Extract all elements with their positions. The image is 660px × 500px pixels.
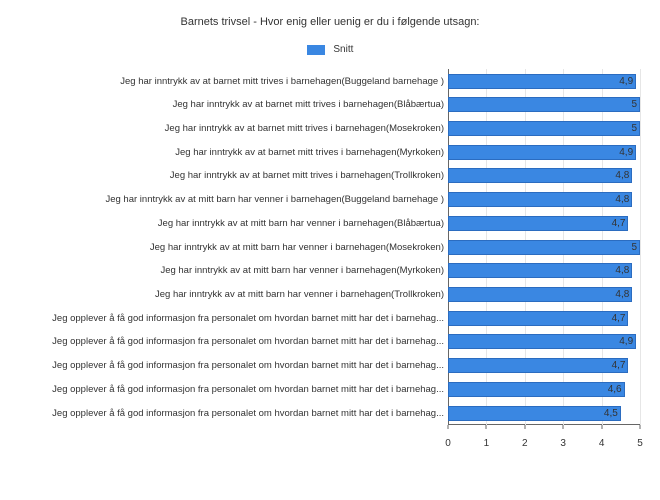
legend-label: Snitt xyxy=(333,44,353,55)
bar-row: Jeg opplever å få god informasjon fra pe… xyxy=(10,354,640,378)
bar-row: Jeg har inntrykk av at barnet mitt trive… xyxy=(10,164,640,188)
tick-mark xyxy=(640,425,641,429)
bar-area: 4,9 xyxy=(448,140,640,164)
tick-label: 1 xyxy=(484,438,490,449)
bar-area: 4,7 xyxy=(448,211,640,235)
category-label: Jeg har inntrykk av at mitt barn har ven… xyxy=(10,242,448,253)
bar-row: Jeg opplever å få god informasjon fra pe… xyxy=(10,377,640,401)
category-label: Jeg har inntrykk av at mitt barn har ven… xyxy=(10,218,448,229)
bar-row: Jeg opplever å få god informasjon fra pe… xyxy=(10,306,640,330)
bar-value-label: 4,8 xyxy=(615,169,629,182)
category-label: Jeg har inntrykk av at barnet mitt trive… xyxy=(10,123,448,134)
bar: 4,6 xyxy=(448,382,625,397)
bar-row: Jeg har inntrykk av at mitt barn har ven… xyxy=(10,211,640,235)
bar-area: 5 xyxy=(448,93,640,117)
bar-area: 5 xyxy=(448,117,640,141)
category-label: Jeg har inntrykk av at barnet mitt trive… xyxy=(10,170,448,181)
bar-row: Jeg har inntrykk av at barnet mitt trive… xyxy=(10,140,640,164)
bar: 5 xyxy=(448,97,640,112)
bar: 4,7 xyxy=(448,216,628,231)
category-label: Jeg opplever å få god informasjon fra pe… xyxy=(10,408,448,419)
bar: 5 xyxy=(448,121,640,136)
bar-row: Jeg har inntrykk av at mitt barn har ven… xyxy=(10,283,640,307)
bar-value-label: 4,9 xyxy=(619,75,633,88)
bar: 4,7 xyxy=(448,311,628,326)
category-label: Jeg opplever å få god informasjon fra pe… xyxy=(10,336,448,347)
tick-label: 4 xyxy=(599,438,605,449)
bar-area: 4,8 xyxy=(448,283,640,307)
bar: 4,8 xyxy=(448,192,632,207)
category-label: Jeg opplever å få god informasjon fra pe… xyxy=(10,313,448,324)
bar-row: Jeg har inntrykk av at mitt barn har ven… xyxy=(10,235,640,259)
bar-rows: Jeg har inntrykk av at barnet mitt trive… xyxy=(10,69,640,425)
bar-row: Jeg opplever å få god informasjon fra pe… xyxy=(10,330,640,354)
bar-value-label: 4,9 xyxy=(619,146,633,159)
bar: 4,9 xyxy=(448,145,636,160)
bar-value-label: 4,8 xyxy=(615,288,629,301)
bar-value-label: 4,7 xyxy=(612,359,626,372)
bar-area: 4,5 xyxy=(448,401,640,425)
bar-row: Jeg har inntrykk av at barnet mitt trive… xyxy=(10,93,640,117)
tick-label: 0 xyxy=(445,438,451,449)
bar-area: 4,7 xyxy=(448,354,640,378)
bar-area: 4,8 xyxy=(448,188,640,212)
chart-title: Barnets trivsel - Hvor enig eller uenig … xyxy=(0,16,660,28)
tick-label: 2 xyxy=(522,438,528,449)
bar-area: 4,9 xyxy=(448,330,640,354)
tick-mark xyxy=(524,425,525,429)
category-label: Jeg har inntrykk av at mitt barn har ven… xyxy=(10,265,448,276)
tick-mark xyxy=(563,425,564,429)
category-label: Jeg har inntrykk av at barnet mitt trive… xyxy=(10,99,448,110)
category-label: Jeg har inntrykk av at barnet mitt trive… xyxy=(10,76,448,87)
bar: 4,9 xyxy=(448,74,636,89)
plot-area: 0 1 2 3 4 5 Jeg har inntrykk av at barnet mit… xyxy=(10,69,640,449)
bar: 4,8 xyxy=(448,263,632,278)
bar-value-label: 5 xyxy=(631,122,637,135)
legend: Snitt xyxy=(0,44,660,55)
bar-area: 4,8 xyxy=(448,164,640,188)
bar-area: 4,9 xyxy=(448,69,640,93)
category-label: Jeg har inntrykk av at mitt barn har ven… xyxy=(10,194,448,205)
bar: 4,8 xyxy=(448,168,632,183)
bar: 4,9 xyxy=(448,334,636,349)
bar-value-label: 4,6 xyxy=(608,383,622,396)
category-label: Jeg har inntrykk av at mitt barn har ven… xyxy=(10,289,448,300)
bar-value-label: 4,8 xyxy=(615,264,629,277)
tick-mark xyxy=(448,425,449,429)
chart-container: Barnets trivsel - Hvor enig eller uenig … xyxy=(0,0,660,500)
bar-area: 4,7 xyxy=(448,306,640,330)
tick-label: 5 xyxy=(637,438,643,449)
bar-row: Jeg har inntrykk av at mitt barn har ven… xyxy=(10,259,640,283)
grid-line xyxy=(640,69,641,425)
tick-label: 3 xyxy=(560,438,566,449)
bar-value-label: 5 xyxy=(631,241,637,254)
bar-row: Jeg har inntrykk av at barnet mitt trive… xyxy=(10,117,640,141)
bar: 4,5 xyxy=(448,406,621,421)
bar-area: 4,8 xyxy=(448,259,640,283)
category-label: Jeg opplever å få god informasjon fra pe… xyxy=(10,360,448,371)
category-label: Jeg har inntrykk av at barnet mitt trive… xyxy=(10,147,448,158)
bar-area: 5 xyxy=(448,235,640,259)
legend-swatch xyxy=(307,45,325,55)
bar-row: Jeg har inntrykk av at barnet mitt trive… xyxy=(10,69,640,93)
bar-value-label: 5 xyxy=(631,98,637,111)
bar-area: 4,6 xyxy=(448,377,640,401)
tick-mark xyxy=(601,425,602,429)
bar: 5 xyxy=(448,240,640,255)
bar-row: Jeg opplever å få god informasjon fra pe… xyxy=(10,401,640,425)
bar-value-label: 4,7 xyxy=(612,217,626,230)
tick-mark xyxy=(486,425,487,429)
bar-value-label: 4,7 xyxy=(612,312,626,325)
bar: 4,8 xyxy=(448,287,632,302)
bar: 4,7 xyxy=(448,358,628,373)
bar-value-label: 4,5 xyxy=(604,407,618,420)
bar-value-label: 4,9 xyxy=(619,335,633,348)
bar-row: Jeg har inntrykk av at mitt barn har ven… xyxy=(10,188,640,212)
category-label: Jeg opplever å få god informasjon fra pe… xyxy=(10,384,448,395)
bar-value-label: 4,8 xyxy=(615,193,629,206)
